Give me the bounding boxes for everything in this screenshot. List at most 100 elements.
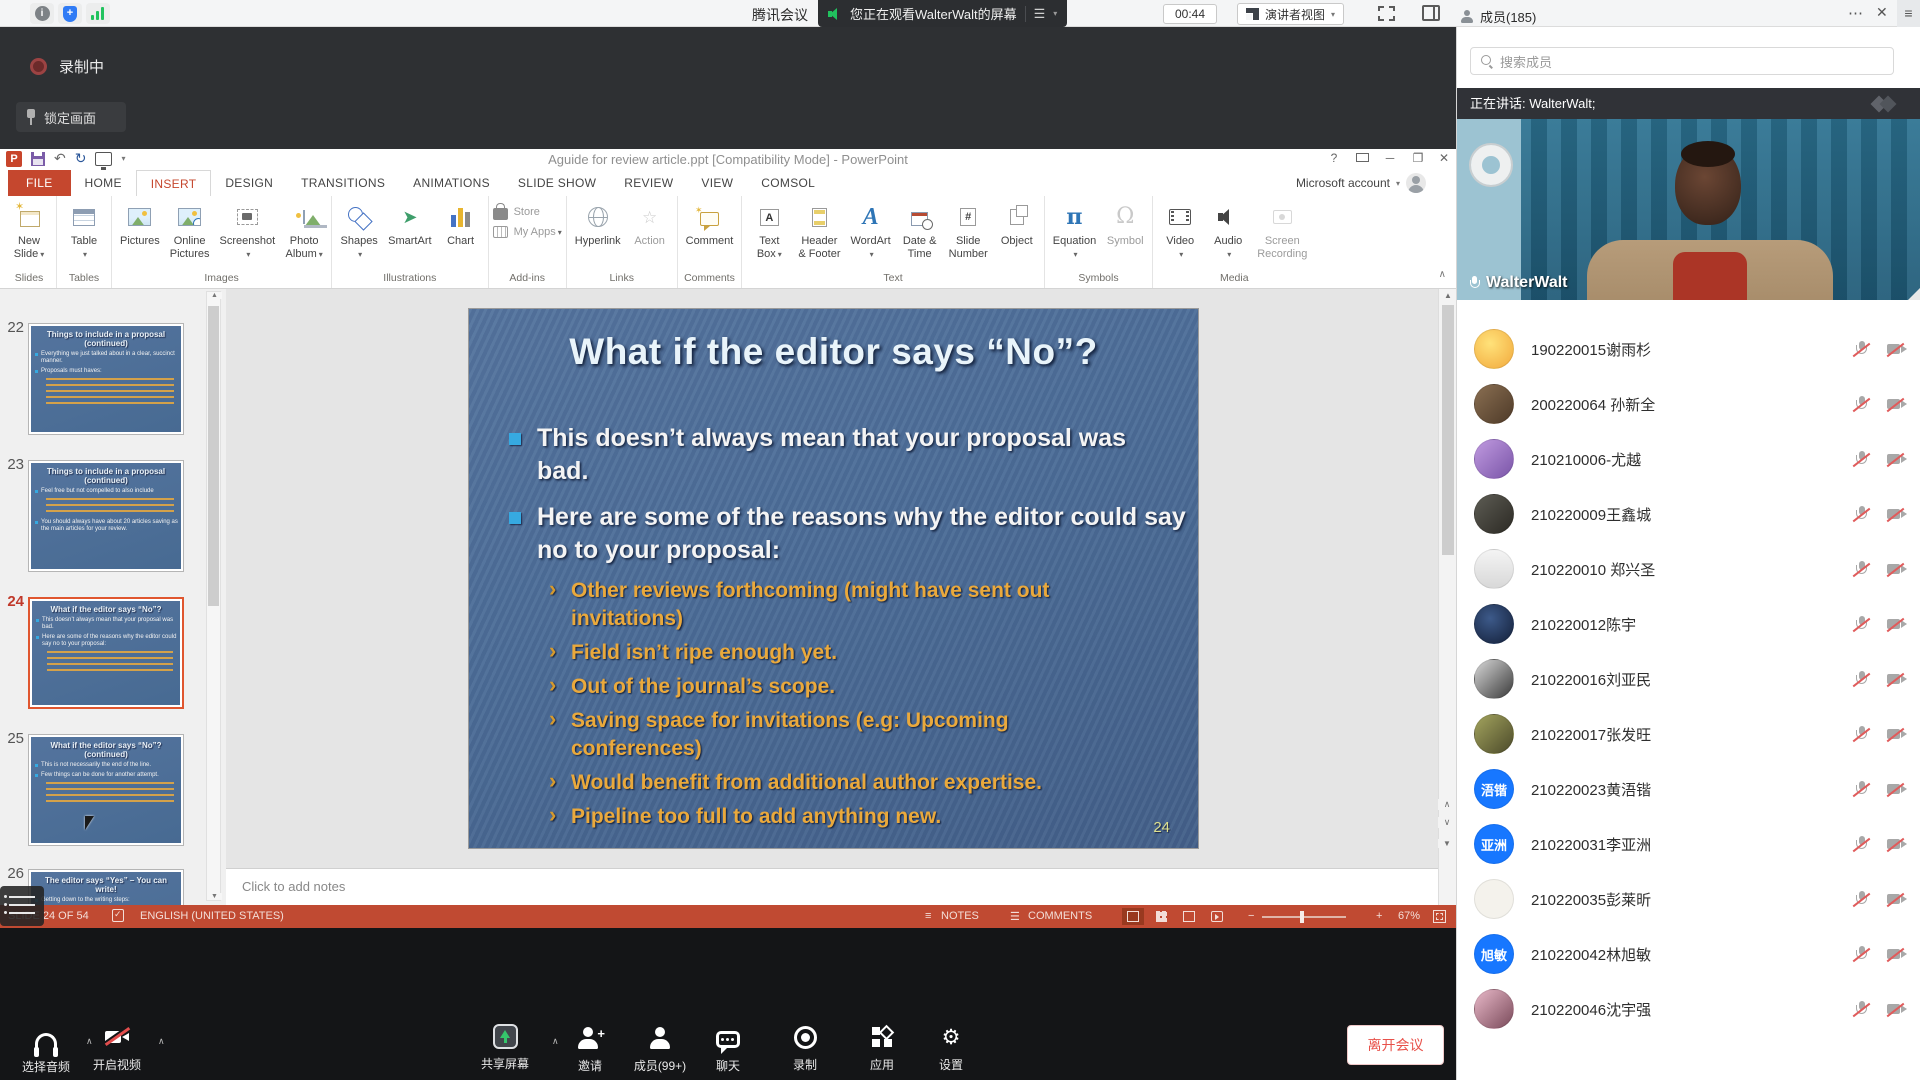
member-row[interactable]: 210220016刘亚民 <box>1457 652 1920 707</box>
camera-off-icon[interactable] <box>1887 891 1908 909</box>
panel-menu-icon[interactable]: ≡ <box>1897 0 1920 27</box>
sidebar-toggle-icon[interactable] <box>1422 5 1440 21</box>
mic-off-icon[interactable] <box>1853 891 1870 909</box>
tab-file[interactable]: FILE <box>8 170 71 196</box>
leave-meeting-button[interactable]: 离开会议 <box>1347 1025 1444 1065</box>
slideshow-view-button[interactable] <box>1206 908 1228 925</box>
resize-handle[interactable] <box>1908 287 1920 300</box>
network-status-button[interactable] <box>86 3 110 24</box>
text-box-button[interactable]: A TextBox <box>746 198 792 261</box>
meeting-protection-button[interactable]: + <box>58 3 82 24</box>
microsoft-account[interactable]: Microsoft account ▾ <box>1296 170 1426 196</box>
scroll-up-icon[interactable]: ▲ <box>207 292 222 299</box>
mic-off-icon[interactable] <box>1853 396 1870 414</box>
scroll-up-icon[interactable]: ▲ <box>1439 291 1457 300</box>
minimize-icon[interactable]: ─ <box>1378 151 1402 165</box>
camera-off-icon[interactable] <box>1887 561 1908 579</box>
camera-off-icon[interactable] <box>1887 781 1908 799</box>
mic-off-icon[interactable] <box>1853 451 1870 469</box>
date-time-button[interactable]: Date &Time <box>897 198 943 261</box>
member-row[interactable]: 210220017张发旺 <box>1457 707 1920 762</box>
search-member-input[interactable]: 搜索成员 <box>1470 47 1894 75</box>
editor-scrollbar[interactable]: ▲ <box>1438 289 1456 905</box>
chat-button[interactable]: 聊天 <box>686 1025 770 1074</box>
mic-off-icon[interactable] <box>1853 341 1870 359</box>
slide-thumbnail-24-selected[interactable]: What if the editor says “No”? This doesn… <box>28 597 184 709</box>
record-button[interactable]: 录制 <box>763 1024 847 1073</box>
zoom-slider-thumb[interactable] <box>1300 911 1304 923</box>
comments-toggle[interactable]: COMMENTS <box>1028 910 1092 922</box>
undo-icon[interactable]: ↶ <box>54 150 66 167</box>
member-row[interactable]: 亚洲 210220031李亚洲 <box>1457 817 1920 872</box>
fullscreen-icon[interactable] <box>1378 6 1395 21</box>
member-row[interactable]: 210220035彭莱昕 <box>1457 872 1920 927</box>
mic-off-icon[interactable] <box>1853 1001 1870 1019</box>
new-slide-button[interactable]: NewSlide <box>6 198 52 261</box>
camera-off-icon[interactable] <box>1887 506 1908 524</box>
tab-animations[interactable]: ANIMATIONS <box>399 170 504 196</box>
tab-insert[interactable]: INSERT <box>136 170 212 196</box>
camera-off-icon[interactable] <box>1887 726 1908 744</box>
tab-comsol[interactable]: COMSOL <box>747 170 829 196</box>
tab-view[interactable]: VIEW <box>687 170 747 196</box>
camera-off-icon[interactable] <box>1887 671 1908 689</box>
save-icon[interactable] <box>31 152 45 166</box>
equation-button[interactable]: π Equation <box>1049 198 1100 261</box>
more-options-icon[interactable]: ⋯ <box>1848 4 1863 22</box>
meeting-info-button[interactable]: i <box>30 3 54 24</box>
wordart-button[interactable]: A WordArt <box>847 198 895 261</box>
start-video-button[interactable]: 开启视频 <box>75 1024 159 1073</box>
slide-thumbnail-25[interactable]: What if the editor says “No”? (continued… <box>28 734 184 846</box>
tab-home[interactable]: HOME <box>71 170 136 196</box>
tab-transitions[interactable]: TRANSITIONS <box>287 170 399 196</box>
chart-button[interactable]: Chart <box>438 198 484 248</box>
action-button[interactable]: ☆ Action <box>627 198 673 248</box>
scroll-down-icon[interactable]: ▼ <box>1438 839 1456 848</box>
lock-view-button[interactable]: 锁定画面 <box>16 102 126 132</box>
mic-off-icon[interactable] <box>1853 781 1870 799</box>
camera-off-icon[interactable] <box>1887 836 1908 854</box>
qat-customize-icon[interactable]: ▾ <box>121 154 125 163</box>
hyperlink-button[interactable]: Hyperlink <box>571 198 625 248</box>
speaker-video-tile[interactable]: WalterWalt <box>1457 119 1920 300</box>
mic-off-icon[interactable] <box>1853 946 1870 964</box>
member-row[interactable]: 210220046沈宇强 <box>1457 982 1920 1037</box>
redo-icon[interactable]: ↻ <box>75 150 87 167</box>
audio-button[interactable]: Audio <box>1205 198 1251 261</box>
comment-button[interactable]: Comment <box>682 198 738 248</box>
previous-slide-button[interactable]: ∧ <box>1438 799 1456 810</box>
tab-design[interactable]: DESIGN <box>211 170 287 196</box>
member-row[interactable]: 浯锴 210220023黄浯锴 <box>1457 762 1920 817</box>
settings-button[interactable]: ⚙ 设置 <box>909 1024 993 1073</box>
shapes-button[interactable]: Shapes <box>336 198 382 261</box>
close-window-icon[interactable]: ✕ <box>1432 151 1456 165</box>
mic-off-icon[interactable] <box>1853 671 1870 689</box>
next-slide-button[interactable]: ∨ <box>1438 817 1456 828</box>
scrollbar-thumb[interactable] <box>1442 305 1454 555</box>
thumbnail-scrollbar[interactable]: ▲ ▼ <box>206 291 221 901</box>
member-row[interactable]: 210210006-尤越 <box>1457 432 1920 487</box>
tab-review[interactable]: REVIEW <box>610 170 687 196</box>
symbol-button[interactable]: Ω Symbol <box>1102 198 1148 248</box>
camera-off-icon[interactable] <box>1887 616 1908 634</box>
scroll-down-icon[interactable]: ▼ <box>207 893 222 900</box>
fit-slide-icon[interactable] <box>1433 910 1446 923</box>
object-button[interactable]: Object <box>994 198 1040 248</box>
slide-number-button[interactable]: # SlideNumber <box>945 198 992 261</box>
reading-view-button[interactable] <box>1178 908 1200 925</box>
header-footer-button[interactable]: Header& Footer <box>794 198 844 261</box>
banner-menu-icon[interactable]: ☰ <box>1034 6 1046 22</box>
start-slideshow-icon[interactable] <box>95 152 112 166</box>
tab-slideshow[interactable]: SLIDE SHOW <box>504 170 610 196</box>
table-button[interactable]: Table <box>61 198 107 261</box>
zoom-out-icon[interactable]: − <box>1248 910 1254 922</box>
camera-off-icon[interactable] <box>1887 946 1908 964</box>
mic-off-icon[interactable] <box>1853 836 1870 854</box>
member-row[interactable]: 210220009王鑫城 <box>1457 487 1920 542</box>
collapse-ribbon-icon[interactable]: ∧ <box>1439 269 1446 280</box>
slide-thumbnail-26[interactable]: The editor says “Yes” – You can write! G… <box>28 869 184 905</box>
mic-off-icon[interactable] <box>1853 506 1870 524</box>
camera-off-icon[interactable] <box>1887 1001 1908 1019</box>
spellcheck-icon[interactable] <box>112 909 124 922</box>
member-row[interactable]: 210220010 郑兴圣 <box>1457 542 1920 597</box>
